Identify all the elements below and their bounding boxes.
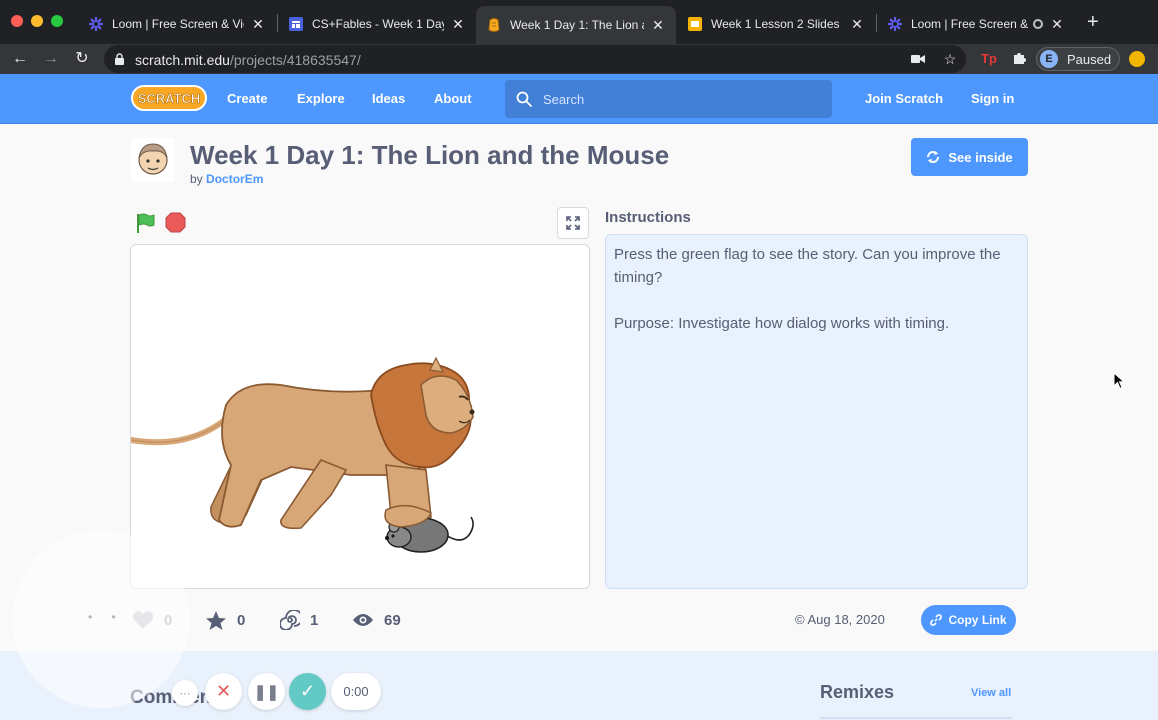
close-icon[interactable]: ✕ [450,16,466,33]
see-inside-button[interactable]: See inside [911,138,1028,176]
close-icon[interactable]: ✕ [1049,16,1065,33]
author-link[interactable]: DoctorEm [206,172,263,186]
camera-icon[interactable] [910,51,926,67]
remix-stat: 1 [280,609,318,631]
window-minimize-button[interactable] [31,15,43,27]
profile-button[interactable]: E Paused [1036,47,1120,71]
browser-tab-slides[interactable]: Week 1 Lesson 2 Slides - ✕ [677,8,875,40]
loom-pause-button[interactable]: ❚❚ [248,673,285,710]
tab-label: Loom | Free Screen & [911,17,1029,31]
instructions-paragraph: Purpose: Investigate how dialog works wi… [614,315,950,332]
close-icon[interactable]: ✕ [250,16,266,33]
tab-label: Week 1 Day 1: The Lion an [510,18,644,32]
fullscreen-button[interactable] [557,207,589,239]
browser-tab-bar: Loom | Free Screen & Vid ✕ CS+Fables - W… [0,0,1158,44]
green-flag-icon[interactable] [134,212,156,234]
copy-link-button[interactable]: Copy Link [921,605,1016,635]
bookmark-star-icon[interactable]: ☆ [942,51,958,67]
google-slides-icon [687,16,703,32]
instructions-paragraph: Press the green flag to see the story. C… [614,246,1001,286]
instructions-box: Press the green flag to see the story. C… [605,234,1028,589]
url-host: scratch.mit.edu [135,52,230,68]
address-bar[interactable]: scratch.mit.edu/projects/418635547/ ☆ [104,45,966,73]
profile-avatar: E [1040,50,1058,68]
nav-explore[interactable]: Explore [297,91,345,106]
puzzle-extension-icon[interactable] [1010,51,1028,67]
author-avatar[interactable] [131,138,175,182]
new-tab-button[interactable]: + [1087,12,1099,32]
loom-cancel-button[interactable]: ✕ [205,673,242,710]
view-stat: 69 [352,609,401,631]
view-all-remixes-link[interactable]: View all [971,687,1011,699]
logo-text: SCRATCH [138,91,201,106]
fullscreen-icon [566,216,580,230]
loom-finish-button[interactable]: ✓ [289,673,326,710]
project-byline: by DoctorEm [190,172,263,186]
browser-tab-loom-2[interactable]: Loom | Free Screen & ✕ [877,8,1075,40]
project-title: Week 1 Day 1: The Lion and the Mouse [190,140,670,170]
recording-indicator-icon [1033,19,1043,29]
window-zoom-button[interactable] [51,15,63,27]
url-path: /projects/418635547/ [229,52,361,68]
remix-count: 1 [310,611,319,629]
loom-icon [88,16,104,32]
loom-drag-handle-icon[interactable]: • • [88,610,124,624]
google-sites-icon [288,16,304,32]
remix-divider [820,717,1012,719]
copy-link-label: Copy Link [948,613,1007,627]
scratch-navbar: SCRATCH Create Explore Ideas About Searc… [0,74,1158,124]
close-icon[interactable]: ✕ [849,16,865,33]
search-icon [516,91,532,107]
lock-icon [115,53,124,65]
view-count: 69 [384,611,401,629]
stop-icon[interactable] [165,212,186,233]
remix-arrows-icon [927,151,940,163]
tab-label: Week 1 Lesson 2 Slides - [711,17,843,31]
window-close-button[interactable] [11,15,23,27]
extension-tp-icon[interactable]: Tp [980,51,998,67]
close-icon[interactable]: ✕ [650,17,666,34]
tab-label: Loom | Free Screen & Vid [112,17,244,31]
favorite-stat[interactable]: 0 [205,609,245,631]
join-scratch-link[interactable]: Join Scratch [865,91,943,106]
nav-about[interactable]: About [434,91,472,106]
mouse-cursor-icon [1113,372,1125,390]
nav-ideas[interactable]: Ideas [372,91,405,106]
nav-create[interactable]: Create [227,91,267,106]
browser-tab-csfables[interactable]: CS+Fables - Week 1 Day 1 ✕ [278,8,476,40]
remixes-heading: Remixes [820,682,895,702]
remix-spiral-icon [280,610,300,630]
favorite-count: 0 [237,611,246,629]
star-icon [206,610,226,630]
by-label: by [190,172,203,186]
project-stage[interactable] [130,244,590,589]
search-placeholder: Search [543,92,585,107]
browser-tab-scratch-active[interactable]: Week 1 Day 1: The Lion an ✕ [476,6,676,44]
forward-icon[interactable]: → [41,49,61,69]
lion-and-mouse-scene [131,356,475,553]
browser-toolbar: ← → ↻ scratch.mit.edu/projects/418635547… [0,44,1158,74]
url-text: scratch.mit.edu/projects/418635547/ [135,52,361,68]
see-inside-label: See inside [948,149,1013,165]
profile-status: Paused [1067,52,1112,67]
reload-icon[interactable]: ↻ [72,49,92,69]
search-input[interactable]: Search [505,80,832,118]
author-avatar-image [138,143,168,175]
browser-tab-loom-1[interactable]: Loom | Free Screen & Vid ✕ [78,8,276,40]
back-icon[interactable]: ← [10,49,30,69]
eye-icon [353,614,373,626]
scratch-logo[interactable]: SCRATCH [131,84,207,112]
loom-recording-timer: 0:00 [331,673,381,710]
loom-more-options-button[interactable]: ⋯ [172,680,198,706]
loom-icon [887,16,903,32]
scratch-cat-icon [486,17,502,33]
share-date: © Aug 18, 2020 [795,612,885,627]
update-icon[interactable] [1129,51,1145,67]
sign-in-link[interactable]: Sign in [971,91,1014,106]
tab-label: CS+Fables - Week 1 Day 1 [312,17,444,31]
link-icon [930,614,943,626]
instructions-title: Instructions [605,209,691,226]
